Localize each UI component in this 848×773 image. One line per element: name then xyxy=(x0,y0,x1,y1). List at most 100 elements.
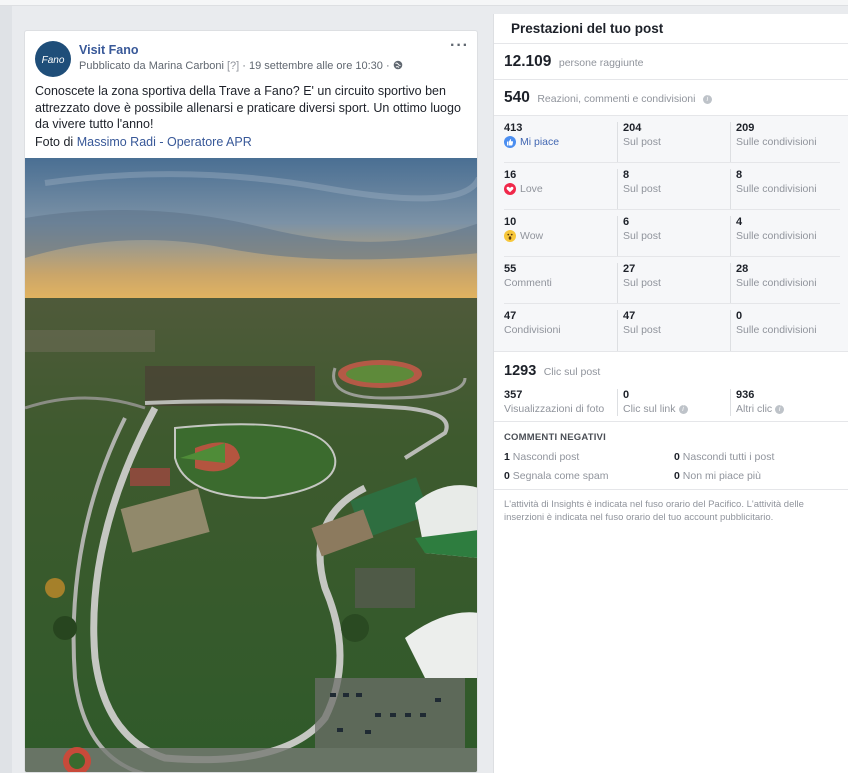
clicks-value: 1293 xyxy=(504,363,537,379)
love-label-wrap: Love xyxy=(504,182,617,196)
wow-on-post: 6 Sul post xyxy=(617,216,730,256)
negative-title: COMMENTI NEGATIVI xyxy=(504,432,606,443)
shares-on-post-label: Sul post xyxy=(623,324,661,336)
like-total-value: 413 xyxy=(504,122,523,134)
page-name-link[interactable]: Visit Fano xyxy=(79,43,139,57)
timezone-note: L'attività di Insights è indicata nel fu… xyxy=(504,499,804,523)
like-on-post-label: Sul post xyxy=(623,136,661,148)
more-options-button[interactable]: ··· xyxy=(450,37,469,55)
post-text: Conoscete la zona sportiva della Trave a… xyxy=(35,84,461,131)
comments-on-post-label: Sul post xyxy=(623,277,661,289)
wow-icon xyxy=(504,230,516,242)
shares-total: 47 Condivisioni xyxy=(504,310,617,351)
wow-label: Wow xyxy=(520,230,544,242)
link-clicks-label: Clic sul link xyxy=(623,403,676,415)
reach-label: persone raggiunte xyxy=(558,57,644,69)
photo-views-label: Visualizzazioni di foto xyxy=(504,403,605,415)
shares-on-post: 47 Sul post xyxy=(617,310,730,351)
unlike-page-value: 0 xyxy=(674,470,680,482)
love-on-post-value: 8 xyxy=(623,169,630,181)
photographer-link[interactable]: Massimo Radi - Operatore APR xyxy=(77,135,252,149)
shares-on-shares: 0 Sulle condivisioni xyxy=(730,310,840,351)
love-icon xyxy=(504,183,516,195)
wow-total-value: 10 xyxy=(504,216,517,228)
wow-label-wrap: Wow xyxy=(504,229,617,243)
hide-post-stat: 1 Nascondi post xyxy=(504,451,674,463)
reaction-row-wow: 10 Wow 6 Sul post 4 Sulle condivisioni xyxy=(504,210,840,257)
post-clicks: 1293 Clic sul post 357 Visualizzazioni d… xyxy=(494,352,848,422)
info-icon[interactable]: i xyxy=(702,95,712,104)
shares-label: Condivisioni xyxy=(504,324,561,336)
photo-views-value: 357 xyxy=(504,389,523,401)
post-photo[interactable] xyxy=(25,158,478,773)
like-label: Mi piace xyxy=(520,136,560,148)
like-on-post-value: 204 xyxy=(623,122,642,134)
like-on-shares-label: Sulle condivisioni xyxy=(736,136,817,148)
report-spam-value: 0 xyxy=(504,470,510,482)
like-icon xyxy=(504,136,516,148)
link-clicks-info-icon[interactable]: i xyxy=(678,404,688,414)
left-edge xyxy=(0,6,12,773)
love-on-shares-label: Sulle condivisioni xyxy=(736,183,817,195)
shares-on-shares-value: 0 xyxy=(736,310,743,322)
like-on-shares-value: 209 xyxy=(736,122,755,134)
reaction-row-like: 413 Mi piace 204 Sul post 209 Sulle cond… xyxy=(504,116,840,163)
like-on-shares: 209 Sulle condivisioni xyxy=(730,122,840,162)
other-clicks-value: 936 xyxy=(736,389,755,401)
shares-row: 47 Condivisioni 47 Sul post 0 Sulle cond… xyxy=(504,304,840,351)
post-header: Fano Visit Fano Pubblicato da Marina Car… xyxy=(35,37,469,81)
love-on-post: 8 Sul post xyxy=(617,169,730,209)
help-link[interactable]: [?] xyxy=(227,60,239,72)
wow-on-post-label: Sul post xyxy=(623,230,661,242)
comments-on-post: 27 Sul post xyxy=(617,263,730,303)
credit-prefix: Foto di xyxy=(35,135,74,149)
author-name: Pubblicato da Marina Carboni xyxy=(79,60,224,72)
insights-panel: Prestazioni del tuo post 12.109 persone … xyxy=(493,14,848,773)
page-avatar[interactable]: Fano xyxy=(35,41,71,77)
top-strip xyxy=(0,0,848,6)
love-label: Love xyxy=(520,183,543,195)
reach-stat: 12.109 persone raggiunte xyxy=(494,44,848,80)
love-total-value: 16 xyxy=(504,169,517,181)
globe-icon[interactable] xyxy=(393,60,403,70)
unlike-page-label: Non mi piace più xyxy=(682,470,761,482)
comments-on-shares-label: Sulle condivisioni xyxy=(736,277,817,289)
clicks-breakdown: 357 Visualizzazioni di foto 0 Clic sul l… xyxy=(504,389,840,416)
comments-on-shares: 28 Sulle condivisioni xyxy=(730,263,840,303)
like-total: 413 Mi piace xyxy=(504,122,617,162)
love-on-shares: 8 Sulle condivisioni xyxy=(730,169,840,209)
other-clicks-info-icon[interactable]: i xyxy=(775,404,785,414)
comments-label: Commenti xyxy=(504,277,552,289)
report-spam-stat: 0 Segnala come spam xyxy=(504,470,674,482)
link-clicks-label-wrap: Clic sul link i xyxy=(623,402,730,416)
wow-total: 10 Wow xyxy=(504,216,617,256)
shares-total-value: 47 xyxy=(504,310,517,322)
post-date[interactable]: · 19 settembre alle ore 10:30 · xyxy=(242,60,389,72)
unlike-page-stat: 0 Non mi piace più xyxy=(674,470,844,482)
wow-on-post-value: 6 xyxy=(623,216,630,228)
link-clicks-value: 0 xyxy=(623,389,630,401)
comments-total-value: 55 xyxy=(504,263,517,275)
report-spam-label: Segnala come spam xyxy=(512,470,609,482)
clicks-label: Clic sul post xyxy=(543,366,601,378)
negative-feedback: COMMENTI NEGATIVI 1 Nascondi post 0 Nasc… xyxy=(494,422,848,490)
engagement-label: Reazioni, commenti e condivisioni xyxy=(537,93,696,105)
comments-total: 55 Commenti xyxy=(504,263,617,303)
avatar-text: Fano xyxy=(42,55,65,66)
wow-on-shares: 4 Sulle condivisioni xyxy=(730,216,840,256)
other-clicks-label: Altri clic xyxy=(736,403,773,415)
photo-credit: Foto di Massimo Radi - Operatore APR xyxy=(35,135,252,149)
photo-views: 357 Visualizzazioni di foto xyxy=(504,389,617,416)
wow-on-shares-label: Sulle condivisioni xyxy=(736,230,817,242)
other-clicks-label-wrap: Altri clic i xyxy=(736,402,840,416)
love-on-shares-value: 8 xyxy=(736,169,743,181)
panel-title: Prestazioni del tuo post xyxy=(494,14,848,44)
negative-grid: 1 Nascondi post 0 Nascondi tutti i post … xyxy=(504,451,838,482)
page-logo-icon: Fano xyxy=(42,55,65,66)
love-on-post-label: Sul post xyxy=(623,183,661,195)
hide-post-label: Nascondi post xyxy=(512,451,580,463)
love-total: 16 Love xyxy=(504,169,617,209)
comments-on-post-value: 27 xyxy=(623,263,636,275)
comments-on-shares-value: 28 xyxy=(736,263,749,275)
link-clicks: 0 Clic sul link i xyxy=(617,389,730,416)
